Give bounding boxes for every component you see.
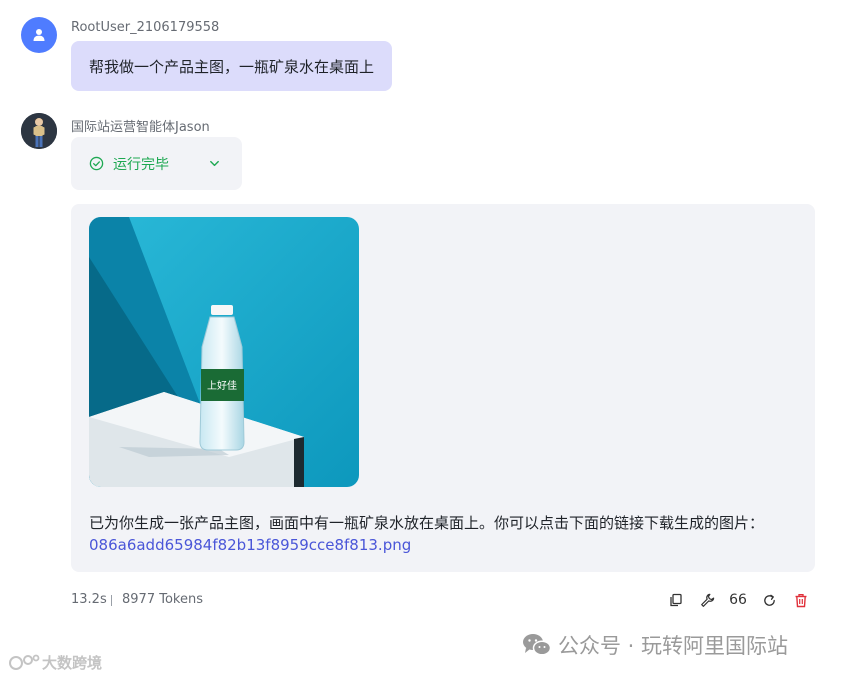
wechat-icon [523, 634, 552, 656]
copy-icon [670, 593, 682, 607]
delete-button[interactable] [791, 590, 811, 610]
run-status-label: 运行完毕 [113, 156, 169, 173]
token-count: 8977 Tokens [122, 592, 203, 607]
user-name: RootUser_2106179558 [71, 20, 220, 35]
tool-button[interactable] [697, 590, 717, 610]
meta-divider [111, 595, 112, 606]
check-circle-icon [89, 156, 104, 171]
image-download-link[interactable]: 086a6add65984f82b13f8959cce8f813.png [89, 536, 411, 554]
generated-product-image[interactable]: 上好佳 [89, 217, 359, 487]
quote-icon: 66 [729, 592, 747, 608]
response-time: 13.2s [71, 592, 107, 607]
wrench-icon [700, 593, 714, 607]
reply-text: 已为你生成一张产品主图，画面中有一瓶矿泉水放在桌面上。你可以点击下面的链接下载生… [89, 514, 765, 532]
agent-reply-card: 上好佳 已为你生成一张产品主图，画面中有一瓶矿泉水放在桌面上。你可以点击下面的链… [71, 204, 815, 572]
copy-button[interactable] [666, 590, 686, 610]
user-message-bubble: 帮我做一个产品主图，一瓶矿泉水在桌面上 [71, 41, 393, 91]
agent-name: 国际站运营智能体Jason [71, 120, 210, 135]
brand-logo-icon [9, 654, 40, 670]
watermark-text: 公众号 · 玩转阿里国际站 [558, 634, 789, 658]
user-avatar [21, 17, 57, 53]
refresh-icon [763, 594, 775, 606]
chevron-down-icon[interactable] [208, 157, 221, 170]
trash-icon [795, 593, 807, 607]
run-status-toggle[interactable]: 运行完毕 [71, 137, 242, 190]
bottle-label-text: 上好佳 [207, 379, 237, 392]
wechat-watermark: 公众号 · 玩转阿里国际站 [522, 630, 788, 660]
user-message-text: 帮我做一个产品主图，一瓶矿泉水在桌面上 [89, 57, 375, 76]
regenerate-button[interactable] [759, 590, 779, 610]
agent-avatar-image [21, 113, 57, 149]
brand-watermark-text: 大数跨境 [42, 654, 103, 672]
quote-button[interactable]: 66 [728, 590, 748, 610]
agent-avatar [21, 113, 57, 149]
brand-watermark: 大数跨境 [8, 652, 102, 673]
user-icon [33, 29, 45, 41]
